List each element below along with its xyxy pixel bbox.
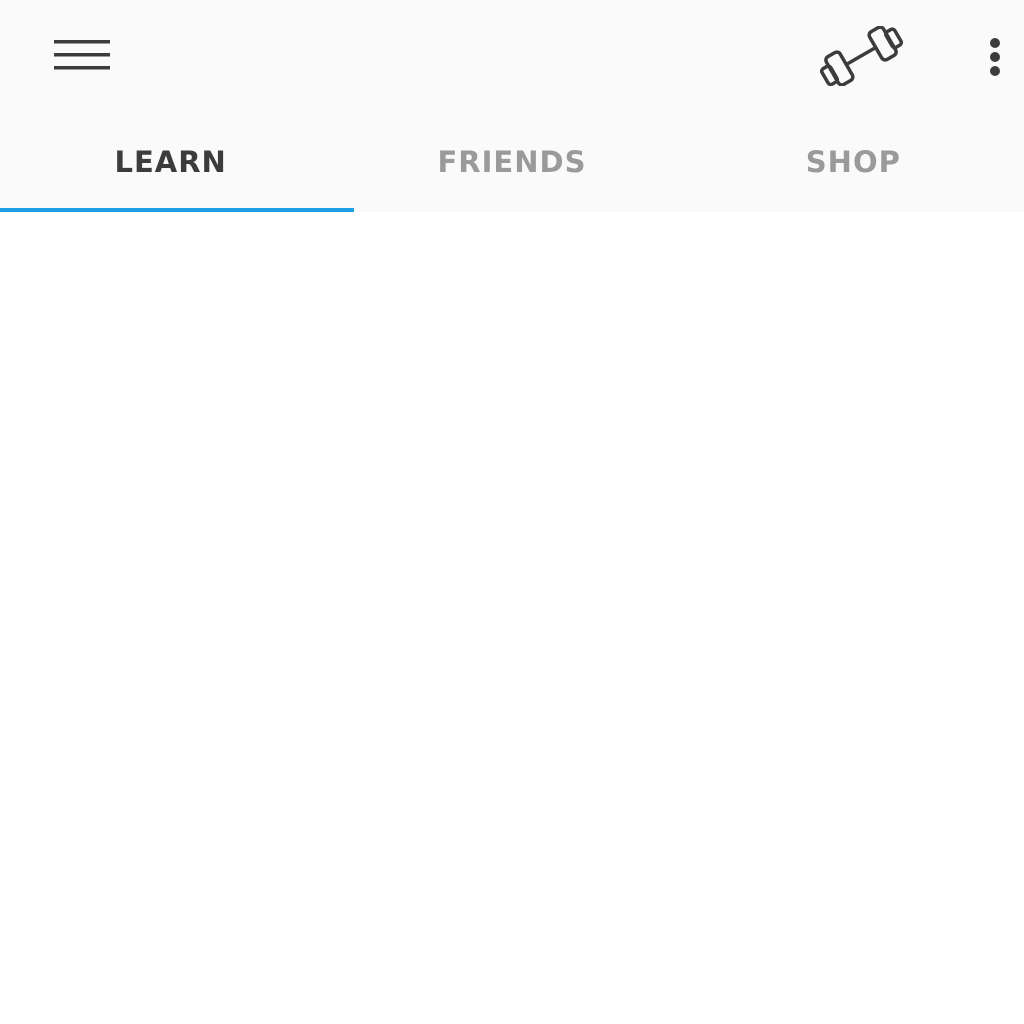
- tab-label: LEARN: [114, 145, 227, 179]
- more-vertical-icon: [990, 38, 1000, 76]
- tab-label: SHOP: [805, 145, 901, 179]
- tab-bar: LEARN FRIENDS SHOP: [0, 116, 1024, 212]
- content-area: [0, 212, 1024, 1024]
- tab-learn[interactable]: LEARN: [0, 116, 341, 212]
- app-bar: LEARN FRIENDS SHOP: [0, 0, 1024, 212]
- tab-friends[interactable]: FRIENDS: [341, 116, 682, 212]
- overflow-menu-button[interactable]: [970, 22, 1020, 92]
- tab-shop[interactable]: SHOP: [683, 116, 1024, 212]
- app-screen: LEARN FRIENDS SHOP: [0, 0, 1024, 1024]
- menu-button[interactable]: [38, 22, 128, 90]
- hamburger-menu-icon: [54, 40, 110, 70]
- tab-label: FRIENDS: [437, 145, 587, 179]
- dumbbell-icon: [819, 26, 904, 86]
- practice-button[interactable]: [808, 18, 914, 94]
